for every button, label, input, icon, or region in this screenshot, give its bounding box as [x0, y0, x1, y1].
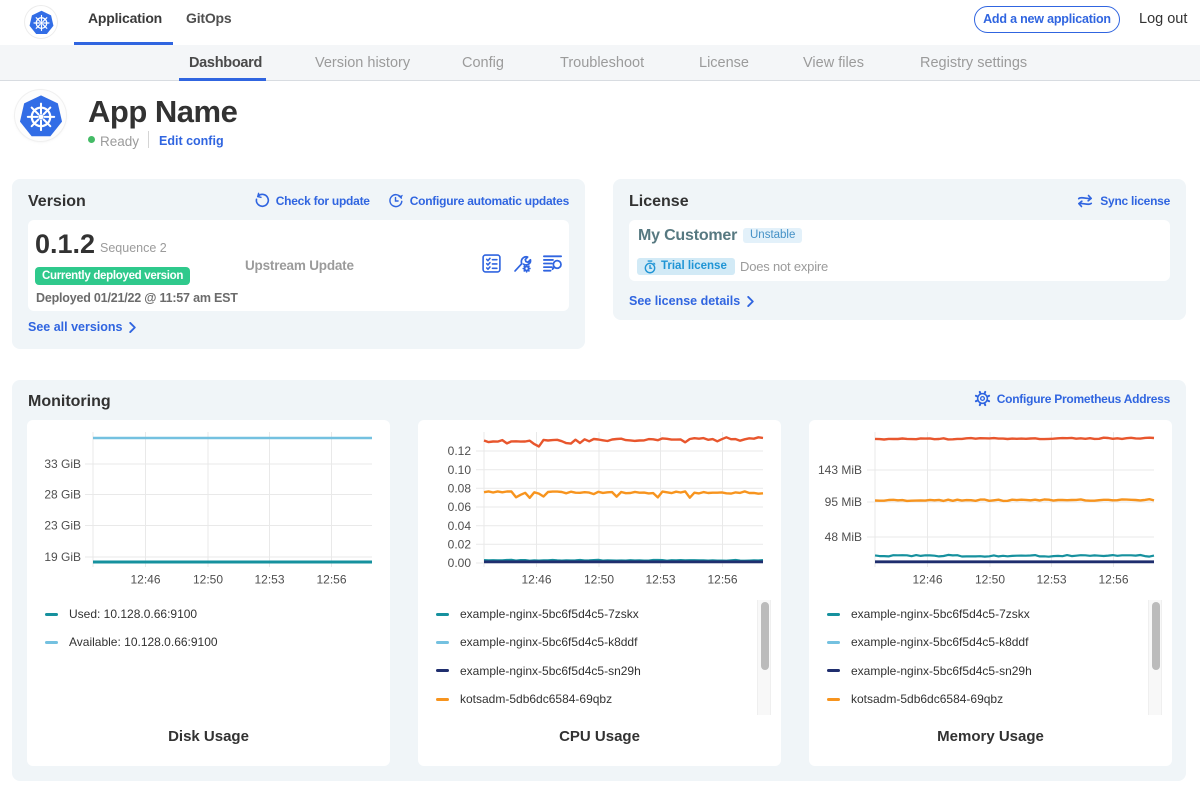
- svg-text:0.08: 0.08: [448, 482, 472, 496]
- svg-text:48 MiB: 48 MiB: [825, 530, 862, 544]
- svg-text:0.04: 0.04: [448, 519, 472, 533]
- svg-text:12:50: 12:50: [584, 573, 614, 587]
- svg-text:143 MiB: 143 MiB: [818, 463, 862, 477]
- svg-text:12:53: 12:53: [1036, 573, 1066, 587]
- svg-text:12:56: 12:56: [316, 573, 346, 587]
- svg-text:95 MiB: 95 MiB: [825, 495, 862, 509]
- svg-text:33 GiB: 33 GiB: [44, 457, 81, 471]
- svg-text:12:50: 12:50: [975, 573, 1005, 587]
- svg-text:12:46: 12:46: [521, 573, 551, 587]
- svg-text:0.02: 0.02: [448, 538, 472, 552]
- svg-text:12:53: 12:53: [254, 573, 284, 587]
- svg-text:0.06: 0.06: [448, 500, 472, 514]
- svg-text:12:50: 12:50: [193, 573, 223, 587]
- svg-text:0.10: 0.10: [448, 463, 472, 477]
- svg-text:12:56: 12:56: [707, 573, 737, 587]
- svg-text:28 GiB: 28 GiB: [44, 488, 81, 502]
- svg-text:0.12: 0.12: [448, 444, 472, 458]
- svg-text:19 GiB: 19 GiB: [44, 550, 81, 564]
- svg-text:23 GiB: 23 GiB: [44, 519, 81, 533]
- svg-text:12:46: 12:46: [912, 573, 942, 587]
- svg-text:12:46: 12:46: [130, 573, 160, 587]
- svg-text:12:53: 12:53: [645, 573, 675, 587]
- svg-text:12:56: 12:56: [1098, 573, 1128, 587]
- svg-text:0.00: 0.00: [448, 556, 472, 570]
